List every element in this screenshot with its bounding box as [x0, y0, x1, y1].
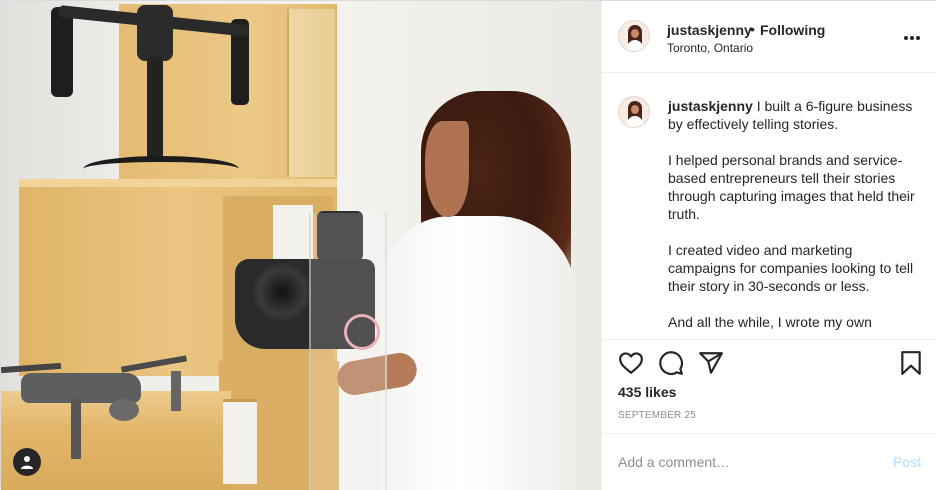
caption-paragraph: And all the while, I wrote my own	[668, 314, 872, 330]
more-options-button[interactable]	[902, 28, 922, 48]
caption-paragraph: I helped personal brands and service-bas…	[668, 152, 915, 222]
shelf-drawer	[223, 399, 257, 484]
caption-paragraph: justaskjenny I built a 6-figure business…	[668, 98, 913, 132]
comment-input[interactable]	[618, 450, 878, 474]
share-icon	[699, 352, 723, 374]
post-header: justaskjenny • Following Toronto, Ontari…	[602, 1, 936, 73]
bookmark-icon	[901, 351, 921, 375]
gimbal-handle-left	[51, 7, 73, 97]
more-dot-icon	[910, 36, 914, 40]
camera-lens	[253, 263, 311, 321]
header-separator: •	[750, 21, 755, 37]
woman-white-dress	[381, 216, 576, 490]
avatar[interactable]	[618, 20, 650, 52]
upper-shelf-door	[287, 9, 335, 177]
caption-area: justaskjenny I built a 6-figure business…	[602, 74, 936, 339]
tagged-users-button[interactable]	[13, 448, 41, 476]
gimbal-stem	[147, 57, 163, 159]
post-side-panel: justaskjenny • Following Toronto, Ontari…	[601, 1, 936, 490]
post-photo[interactable]	[1, 1, 601, 490]
heart-icon	[619, 352, 643, 374]
drone-camera	[109, 399, 139, 421]
caption-text: justaskjenny I built a 6-figure business…	[668, 97, 918, 339]
share-button[interactable]	[698, 350, 724, 376]
drone-leg-right	[171, 371, 181, 411]
caption-avatar[interactable]	[618, 96, 650, 128]
instagram-post: justaskjenny • Following Toronto, Ontari…	[0, 0, 936, 490]
comment-button[interactable]	[658, 350, 684, 376]
glass-door	[309, 213, 387, 490]
comment-icon	[659, 351, 684, 376]
woman-face	[425, 121, 469, 217]
action-bar	[602, 339, 936, 385]
gimbal-tripod	[83, 156, 239, 182]
likes-count[interactable]: 435 likes	[618, 384, 676, 400]
more-dot-icon	[916, 36, 920, 40]
save-button[interactable]	[898, 350, 924, 376]
like-button[interactable]	[618, 350, 644, 376]
header-username[interactable]: justaskjenny	[667, 22, 752, 38]
user-icon	[21, 456, 33, 469]
comment-bar: Post	[602, 433, 936, 490]
gimbal-body	[137, 5, 173, 61]
post-date[interactable]: SEPTEMBER 25	[618, 410, 696, 421]
caption-username[interactable]: justaskjenny	[668, 98, 753, 114]
post-comment-button[interactable]: Post	[893, 454, 921, 470]
location-link[interactable]: Toronto, Ontario	[667, 41, 753, 55]
following-button[interactable]: Following	[760, 22, 825, 38]
drone-leg-left	[71, 399, 81, 459]
caption-paragraph: I created video and marketing campaigns …	[668, 242, 914, 294]
more-dot-icon	[904, 36, 908, 40]
